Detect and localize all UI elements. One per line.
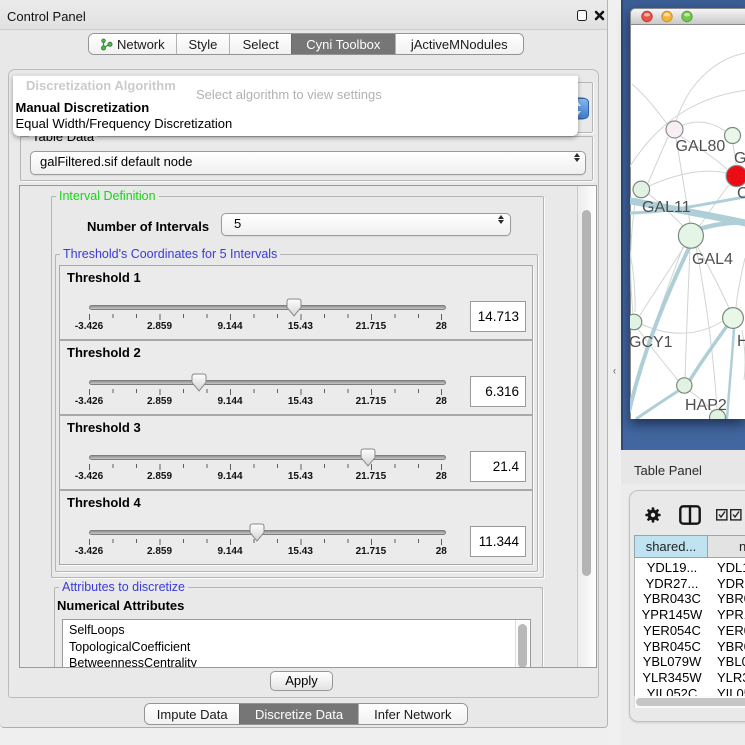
svg-text:GAL80: GAL80 xyxy=(676,138,726,155)
svg-text:HAP2: HAP2 xyxy=(685,397,727,414)
svg-text:GAL11: GAL11 xyxy=(642,199,691,216)
svg-text:GAL1: GAL1 xyxy=(734,150,745,167)
svg-text:CR: CR xyxy=(737,185,745,202)
svg-text:GAL4: GAL4 xyxy=(692,251,733,268)
svg-text:HI: HI xyxy=(737,333,745,350)
svg-text:GCY1: GCY1 xyxy=(630,334,673,351)
